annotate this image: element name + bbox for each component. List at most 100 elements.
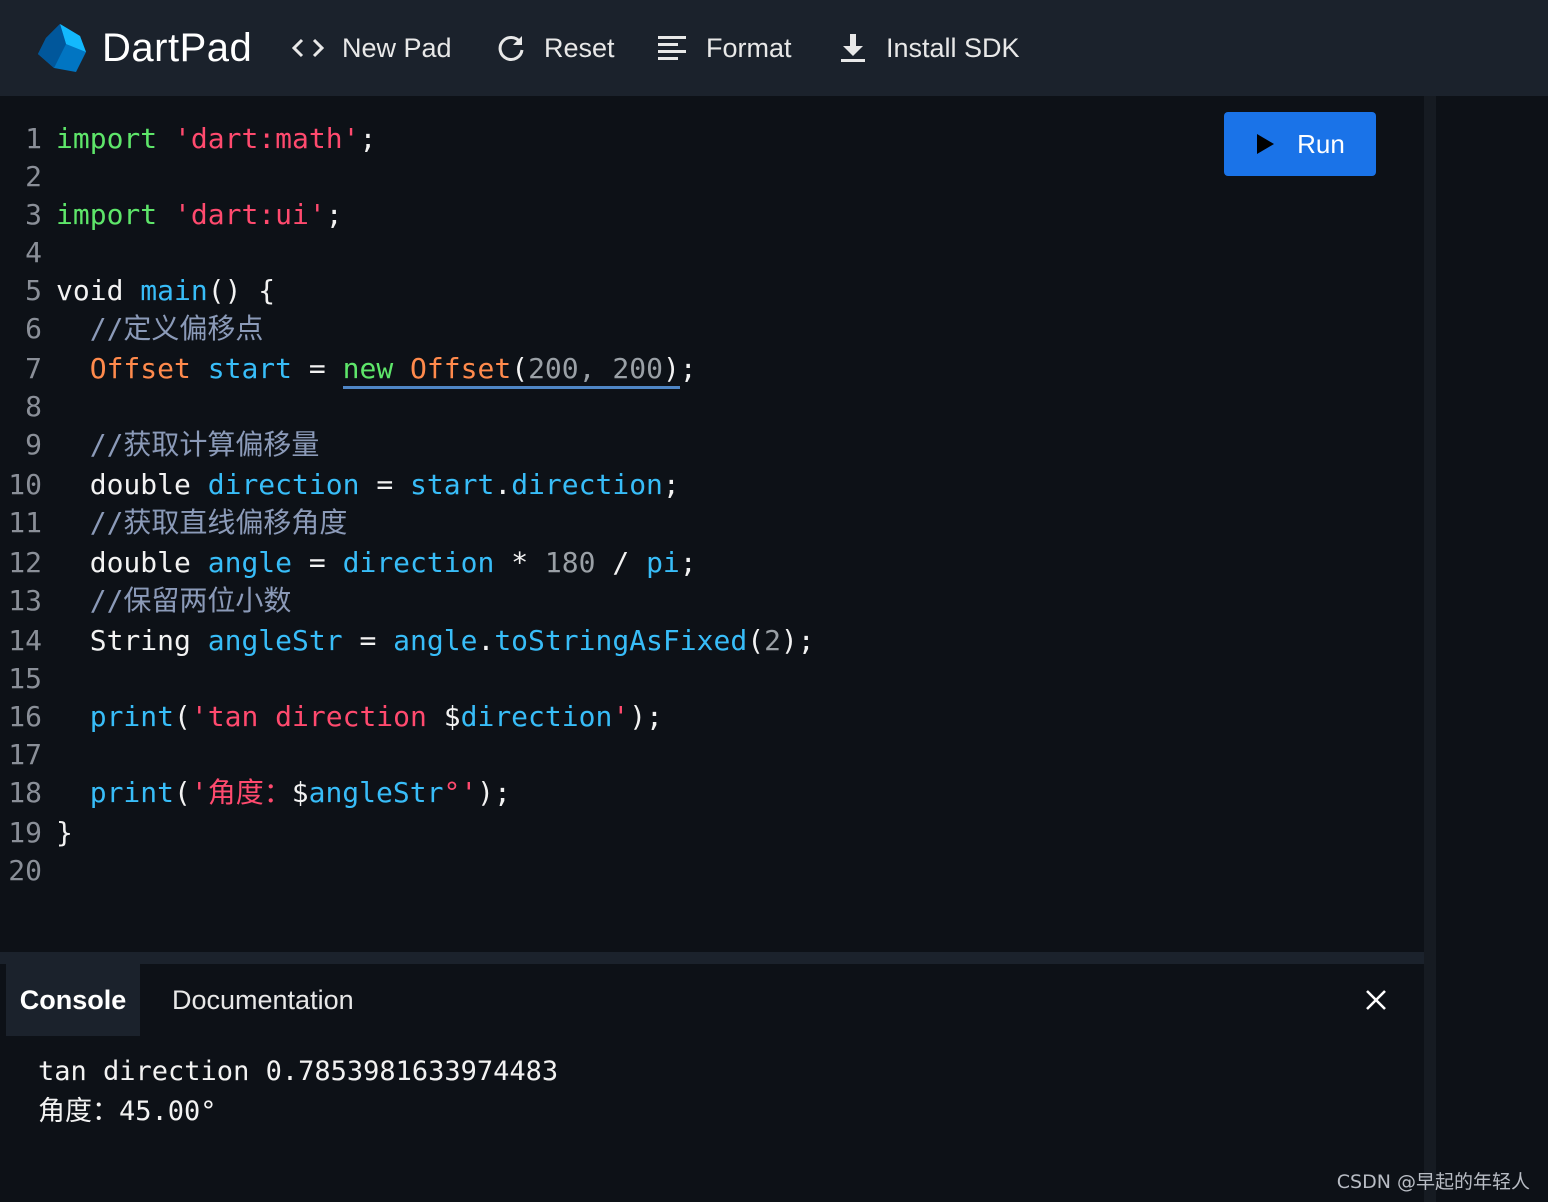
- reset-button[interactable]: Reset: [496, 28, 615, 68]
- comment: //获取直线偏移角度: [89, 506, 348, 539]
- lint-underline[interactable]: new Offset(200, 200): [342, 352, 680, 389]
- number-literal: 2: [764, 624, 781, 657]
- format-icon: [658, 36, 686, 60]
- string-literal: 'dart:ui': [174, 198, 326, 231]
- watermark: CSDN @早起的年轻人: [1336, 1171, 1530, 1193]
- punctuation: (: [174, 700, 191, 733]
- new-pad-label: New Pad: [342, 32, 452, 63]
- punctuation: ;: [359, 122, 377, 155]
- line-number: 11: [8, 506, 42, 539]
- property: direction: [511, 468, 663, 501]
- punctuation: ;: [662, 468, 680, 501]
- line-number: 14: [8, 624, 42, 657]
- interpolation-sign: $: [443, 700, 461, 733]
- interpolated-variable: angleStr: [308, 776, 444, 809]
- string-literal: 'dart:math': [174, 122, 360, 155]
- line-number: 20: [8, 854, 42, 887]
- punctuation: ;: [325, 198, 343, 231]
- variable: angle: [207, 546, 293, 579]
- operator: =: [308, 546, 326, 579]
- variable: start: [207, 352, 293, 385]
- console-panel: Console Documentation tan direction 0.78…: [0, 964, 1424, 1202]
- number-literal: 200: [612, 352, 663, 385]
- dart-logo-icon: [38, 24, 86, 72]
- string-literal: °: [443, 776, 461, 809]
- code-line: 16 print('tan direction $direction');: [0, 698, 1200, 736]
- close-icon[interactable]: [1364, 988, 1388, 1012]
- keyword: import: [56, 198, 158, 231]
- line-number: 1: [25, 122, 42, 155]
- type-keyword: double: [89, 468, 191, 501]
- code-line: 10 double direction = start.direction;: [0, 466, 1200, 504]
- type-keyword: String: [89, 624, 191, 657]
- punctuation: );: [629, 700, 663, 733]
- line-number: 13: [8, 584, 42, 617]
- operator: =: [308, 352, 326, 385]
- install-sdk-label: Install SDK: [886, 32, 1020, 63]
- code-line: 11 //获取直线偏移角度: [0, 504, 1200, 542]
- line-number: 17: [8, 738, 42, 771]
- reset-label: Reset: [544, 32, 615, 63]
- top-toolbar: DartPad New Pad Reset Format Install SDK: [0, 0, 1548, 96]
- code-line: 13 //保留两位小数: [0, 582, 1200, 620]
- run-button[interactable]: Run: [1224, 112, 1376, 176]
- tab-console[interactable]: Console: [6, 964, 140, 1036]
- code-line: 12 double angle = direction * 180 / pi;: [0, 544, 1200, 582]
- code-line: 3 import 'dart:ui';: [0, 196, 1200, 234]
- type-name: Offset: [89, 352, 191, 385]
- console-output-line: 角度：45.00°: [38, 1096, 217, 1127]
- punctuation: );: [477, 776, 511, 809]
- code-line: 14 String angleStr = angle.toStringAsFix…: [0, 622, 1200, 660]
- console-output-line: tan direction 0.7853981633974483: [38, 1056, 559, 1087]
- line-number: 10: [8, 468, 42, 501]
- format-button[interactable]: Format: [656, 28, 792, 68]
- code-line: 1 import 'dart:math';: [0, 120, 1200, 158]
- function-name: main: [140, 274, 208, 307]
- code-line: 5 void main() {: [0, 272, 1200, 310]
- code-line: 4: [0, 234, 1200, 272]
- code-editor[interactable]: 1 import 'dart:math'; 2 3 import 'dart:ui'…: [0, 96, 1424, 952]
- panel-divider[interactable]: [0, 952, 1424, 964]
- punctuation: (: [511, 352, 529, 385]
- format-label: Format: [706, 32, 792, 63]
- line-number: 16: [8, 700, 42, 733]
- variable: pi: [646, 546, 680, 579]
- keyword: new: [342, 352, 394, 385]
- code-line: 6 //定义偏移点: [0, 310, 1200, 348]
- code-line: 18 print('角度：$angleStr°');: [0, 774, 1200, 812]
- punctuation: ;: [679, 352, 697, 385]
- number-literal: 200: [528, 352, 579, 385]
- code-line: 9 //获取计算偏移量: [0, 426, 1200, 464]
- run-label: Run: [1297, 128, 1345, 159]
- variable: angleStr: [207, 624, 343, 657]
- punctuation: ,: [578, 352, 613, 385]
- download-icon: [841, 34, 865, 62]
- variable: direction: [342, 546, 495, 579]
- punctuation: () {: [207, 274, 276, 307]
- reset-icon: [498, 35, 524, 61]
- new-pad-button[interactable]: New Pad: [292, 28, 452, 68]
- punctuation: (: [747, 624, 765, 657]
- side-panel: [1436, 96, 1548, 1202]
- scrollbar[interactable]: [1424, 96, 1436, 1202]
- install-sdk-button[interactable]: Install SDK: [838, 28, 1020, 68]
- punctuation: .: [477, 624, 495, 657]
- punctuation: ;: [679, 546, 697, 579]
- tab-documentation[interactable]: Documentation: [172, 964, 354, 1036]
- type-keyword: void: [56, 274, 124, 307]
- operator: /: [612, 546, 630, 579]
- comment: //定义偏移点: [89, 312, 264, 345]
- variable: angle: [393, 624, 478, 657]
- type-keyword: double: [89, 546, 191, 579]
- punctuation: }: [56, 816, 73, 849]
- string-literal: ': [612, 700, 630, 733]
- line-number: 18: [8, 776, 42, 809]
- code-line: 7 Offset start = new Offset(200, 200);: [0, 350, 1200, 389]
- code-line: 8: [0, 388, 1200, 426]
- code-line: 15: [0, 660, 1200, 698]
- code-line: 20: [0, 852, 1200, 890]
- app-title[interactable]: DartPad: [102, 22, 252, 74]
- code-line: 19}: [0, 814, 1200, 852]
- line-number: 5: [25, 274, 42, 307]
- punctuation: ;: [797, 624, 815, 657]
